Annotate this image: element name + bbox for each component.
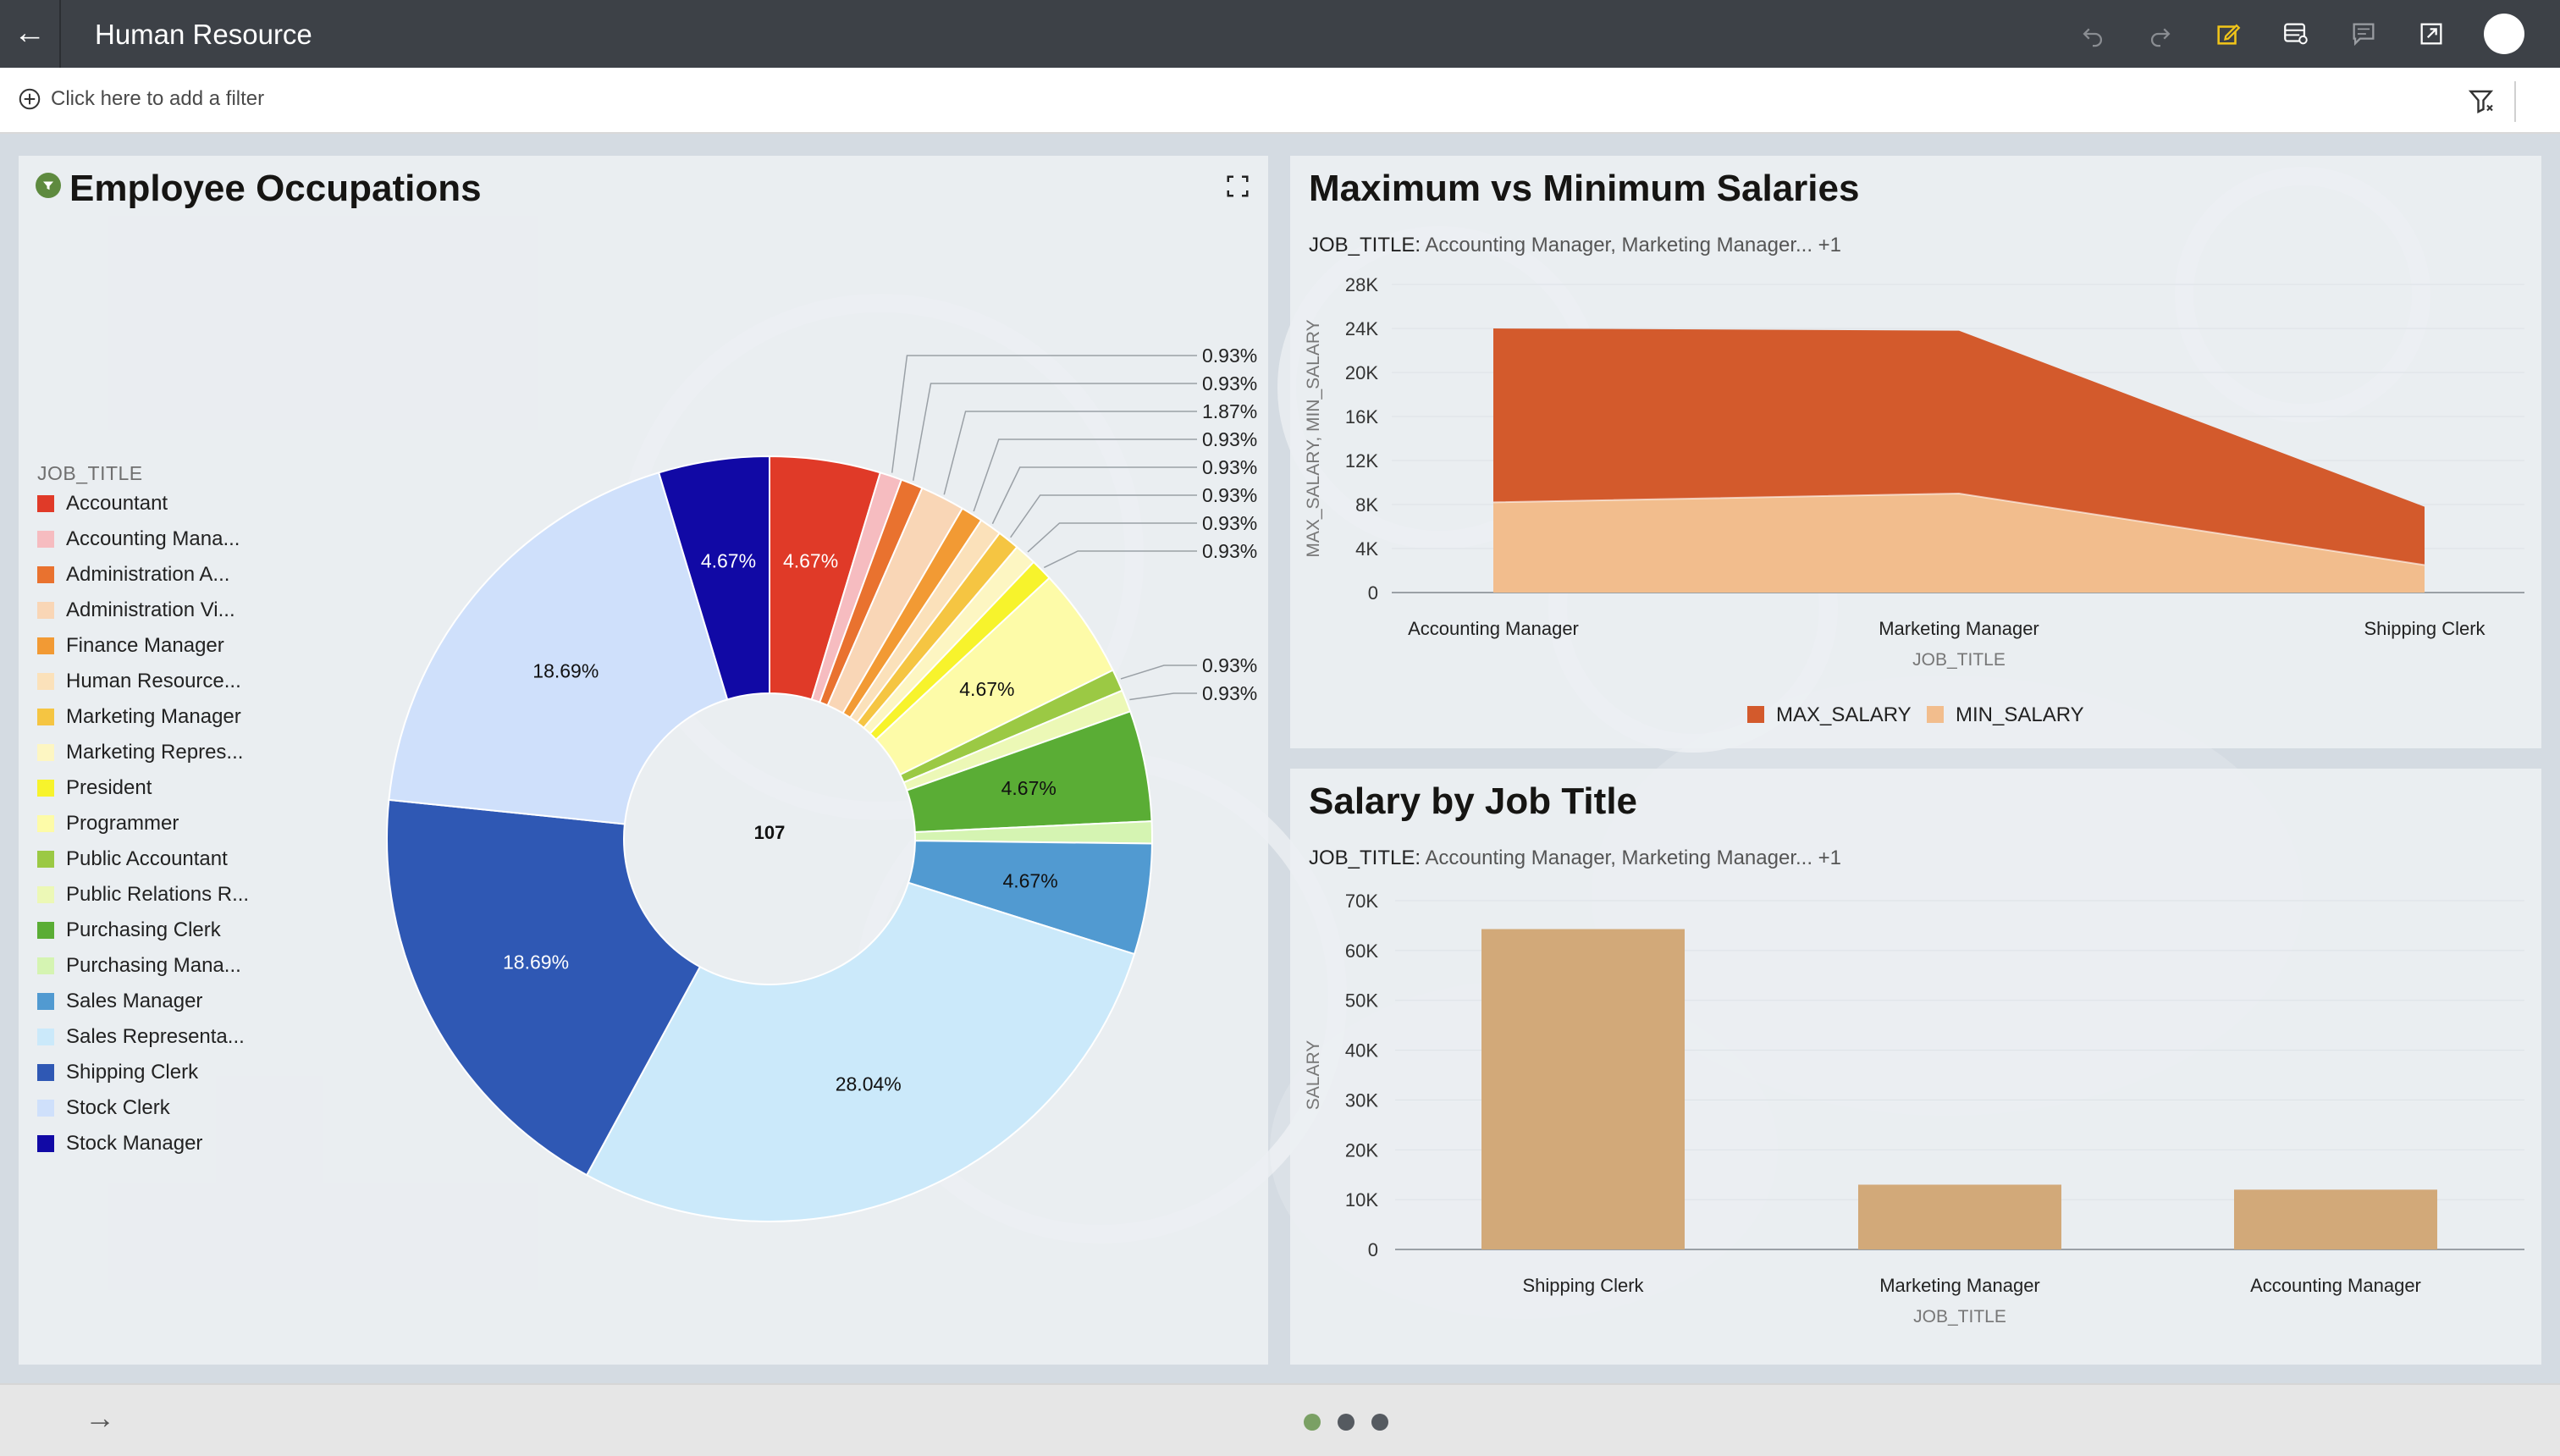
top-bar: ← Human Resource [0,0,2560,68]
y-tick-label: 70K [1345,891,1378,912]
pie-leader-line [1027,522,1197,553]
pie-leader-line [1129,692,1197,701]
y-tick-label: 28K [1345,274,1378,295]
redo-button[interactable] [2142,15,2179,52]
donut-center-total: 107 [754,822,786,843]
pie-data-label: 1.87% [1202,400,1257,422]
y-axis-label: MAX_SALARY, MIN_SALARY [1304,319,1323,557]
pie-leader-line [891,355,1197,473]
legend-label-min-salary[interactable]: MIN_SALARY [1956,703,2084,726]
present-button[interactable] [2413,15,2450,52]
y-tick-label: 0 [1368,1239,1378,1260]
arrow-left-icon: ← [14,15,46,51]
y-tick-label: 60K [1345,940,1378,962]
present-icon [2420,23,2442,45]
legend-label-max-salary[interactable]: MAX_SALARY [1776,703,1912,726]
data-icon [2284,23,2308,45]
legend-swatch [1747,706,1764,723]
x-tick-label: Accounting Manager [2250,1275,2421,1296]
y-tick-label: 20K [1345,1139,1378,1161]
max-min-salaries-panel: Maximum vs Minimum Salaries JOB_TITLE: A… [1290,156,2541,748]
filter-placeholder: Click here to add a filter [51,87,265,110]
y-tick-label: 0 [1368,582,1378,604]
y-tick-label: 16K [1345,406,1378,427]
pie-leader-line [1043,550,1197,569]
page-dot-3[interactable] [1371,1414,1388,1431]
y-tick-label: 50K [1345,990,1378,1012]
pie-data-label: 0.93% [1202,156,1257,160]
x-axis-label: JOB_TITLE [1912,650,2006,670]
x-axis-label: JOB_TITLE [1913,1307,2006,1326]
filter-bar: Click here to add a filter [0,68,2560,134]
user-avatar[interactable] [2484,14,2524,54]
toolbar-divider [2514,81,2516,122]
add-filter-button[interactable]: Click here to add a filter [17,86,264,112]
pie-leader-line [912,383,1197,481]
y-tick-label: 12K [1345,450,1378,472]
undo-button[interactable] [2074,15,2111,52]
next-canvas-button[interactable]: → [85,1400,115,1436]
pie-leader-line [943,411,1197,495]
y-tick-label: 30K [1345,1089,1378,1111]
data-button[interactable] [2277,15,2314,52]
pie-data-label: 0.93% [1202,456,1257,478]
y-tick-label: 24K [1345,318,1378,339]
x-tick-label: Shipping Clerk [1522,1275,1644,1296]
comment-button[interactable] [2345,15,2382,52]
pie-leader-line [1010,494,1197,538]
pie-data-label: 0.93% [1202,484,1257,506]
y-axis-label: SALARY [1304,1040,1323,1111]
pie-data-label: 0.93% [1202,345,1257,367]
page-title: Human Resource [95,19,312,50]
y-tick-label: 4K [1355,538,1378,560]
undo-icon [2083,28,2102,47]
comment-icon [2353,23,2375,47]
pie-data-label: 0.93% [1202,512,1257,534]
employee-occupations-panel: Employee Occupations JOB_TITLE Accountan… [19,156,1268,1365]
pie-data-label: 18.69% [532,659,599,681]
pie-data-label: 4.67% [1001,777,1057,799]
pie-slice-sales-representative[interactable] [585,881,1136,1222]
max-min-area-chart: 0 4K 8K 12K 16K 20K 24K 28K Accounting Manager Ma… [1304,274,2524,726]
pie-data-label: 28.04% [836,1073,902,1095]
pie-leader-line [973,438,1197,512]
redo-icon [2151,28,2171,47]
page-dot-2[interactable] [1338,1414,1354,1431]
canvas-footer: → [0,1383,2560,1456]
x-tick-label: Shipping Clerk [2364,618,2486,639]
y-tick-label: 40K [1345,1040,1378,1062]
arrow-right-icon: → [85,1400,115,1435]
bar-marketing-manager[interactable] [1858,1184,2061,1249]
bar-shipping-clerk[interactable] [1481,929,1685,1249]
edit-button[interactable] [2210,15,2247,52]
pie-data-label: 0.93% [1202,428,1257,450]
pie-data-label: 4.67% [783,550,838,572]
dashboard-canvas: Employee Occupations JOB_TITLE Accountan… [0,134,2560,1383]
page-dot-1[interactable] [1304,1414,1321,1431]
x-tick-label: Marketing Manager [1879,1275,2040,1296]
y-tick-label: 10K [1345,1189,1378,1211]
filter-icon[interactable] [2467,86,2497,117]
edit-icon [2217,24,2241,45]
y-tick-label: 8K [1355,494,1378,516]
pie-data-label: 0.93% [1202,682,1257,704]
bar-accounting-manager[interactable] [2234,1189,2437,1249]
pie-data-label: 4.67% [701,550,756,572]
x-tick-label: Marketing Manager [1879,618,2039,639]
pie-data-label: 0.93% [1202,540,1257,562]
salary-by-job-panel: Salary by Job Title JOB_TITLE: Accountin… [1290,769,2541,1365]
pie-data-label: 4.67% [959,678,1014,700]
legend-swatch [1927,706,1944,723]
x-tick-label: Accounting Manager [1408,618,1579,639]
pie-leader-line [1120,665,1197,680]
occupations-donut-chart: 4.67% 0.93% 0.93% 1.87% 0.93% 0.93% 0.93% 0.93%… [386,156,1257,1222]
back-button[interactable]: ← [0,0,61,68]
salary-bar-chart: 0 10K 20K 30K 40K 50K 60K 70K Shipping Clerk Mark… [1304,891,2524,1326]
pie-data-label: 4.67% [1002,869,1057,891]
plus-circle-icon [19,88,41,110]
pie-data-label: 18.69% [503,951,569,973]
y-tick-label: 20K [1345,362,1378,383]
pie-data-label: 0.93% [1202,372,1257,394]
pie-data-label: 0.93% [1202,654,1257,676]
